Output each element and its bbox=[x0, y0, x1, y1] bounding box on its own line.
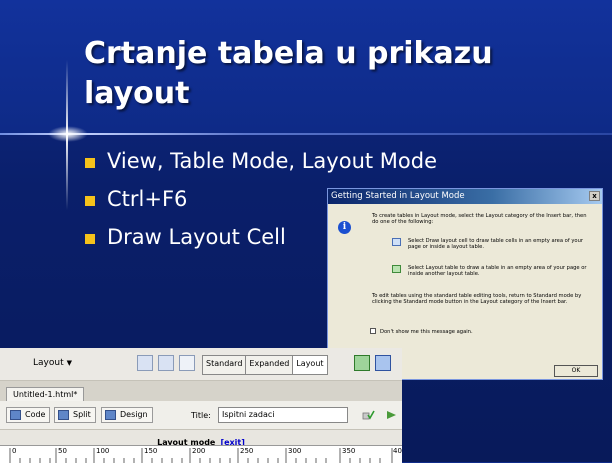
table-icon[interactable] bbox=[137, 355, 153, 371]
dialog-title: Getting Started in Layout Mode bbox=[331, 191, 465, 201]
info-icon: i bbox=[338, 221, 351, 234]
close-button[interactable]: x bbox=[589, 191, 600, 201]
ruler-label: 300 bbox=[288, 447, 302, 455]
chevron-down-icon: ▼ bbox=[66, 359, 72, 367]
bullet-item: View, Table Mode, Layout Mode bbox=[85, 146, 437, 184]
dialog-outro: To edit tables using the standard table … bbox=[372, 293, 582, 306]
dont-show-checkbox[interactable] bbox=[370, 328, 376, 334]
ruler-label: 100 bbox=[96, 447, 110, 455]
insert-bar: Layout ▼ Standard Expanded Layout bbox=[0, 348, 402, 381]
ruler-label: 150 bbox=[144, 447, 158, 455]
code-view-button[interactable]: Code bbox=[6, 407, 51, 423]
draw-cell-tool-icon[interactable] bbox=[375, 355, 391, 371]
ruler-label: 50 bbox=[58, 447, 67, 455]
ok-button[interactable]: OK bbox=[554, 365, 598, 377]
design-view-button[interactable]: Design bbox=[101, 407, 153, 423]
validate-icon[interactable] bbox=[362, 409, 375, 421]
dialog-intro: To create tables in Layout mode, select … bbox=[372, 213, 587, 226]
mode-expanded-button[interactable]: Expanded bbox=[246, 356, 294, 374]
dialog-option-draw-cell: Select Draw layout cell to draw table ce… bbox=[408, 238, 583, 251]
layout-table-icon bbox=[392, 265, 401, 273]
decorative-horizontal-line bbox=[0, 133, 612, 135]
dialog-option-layout-table: Select Layout table to draw a table in a… bbox=[408, 265, 587, 278]
layout-table-icon[interactable] bbox=[158, 355, 174, 371]
draw-layout-cell-icon bbox=[392, 238, 401, 246]
document-tab[interactable]: Untitled-1.html* bbox=[6, 387, 85, 402]
bullet-text: Draw Layout Cell bbox=[107, 225, 286, 249]
bullet-text: View, Table Mode, Layout Mode bbox=[107, 149, 438, 173]
document-tabs: Untitled-1.html* bbox=[0, 381, 402, 402]
split-icon bbox=[58, 410, 69, 420]
bullet-text: Ctrl+F6 bbox=[107, 187, 188, 211]
mode-standard-button[interactable]: Standard bbox=[203, 356, 247, 374]
title-label: Title: bbox=[191, 411, 211, 420]
bullet-square-icon bbox=[85, 234, 95, 244]
slide-title: Crtanje tabela u prikazu layout bbox=[84, 36, 493, 111]
ruler-label: 0 bbox=[12, 447, 17, 455]
layout-mode-bar: Layout mode [exit] bbox=[0, 430, 402, 447]
split-view-button[interactable]: Split bbox=[54, 407, 96, 423]
mode-layout-button[interactable]: Layout bbox=[293, 356, 327, 374]
light-flare bbox=[48, 126, 88, 142]
bullet-square-icon bbox=[85, 158, 95, 168]
ruler-label: 200 bbox=[192, 447, 206, 455]
code-icon bbox=[10, 410, 21, 420]
editor-panel: Layout ▼ Standard Expanded Layout Untitle… bbox=[0, 348, 402, 463]
mode-switcher: Standard Expanded Layout bbox=[202, 355, 328, 375]
split-view-label: Split bbox=[73, 410, 91, 419]
ruler: 0 50 100 150 200 250 300 350 40 bbox=[0, 445, 402, 463]
draw-layout-cell-icon[interactable] bbox=[179, 355, 195, 371]
layout-table-tool-icon[interactable] bbox=[354, 355, 370, 371]
ruler-label: 350 bbox=[342, 447, 356, 455]
code-view-label: Code bbox=[25, 410, 46, 419]
document-toolbar: Code Split Design Title: Ispitni zadaci bbox=[0, 401, 402, 430]
preview-icon[interactable] bbox=[386, 409, 399, 421]
insert-category-label: Layout bbox=[33, 358, 64, 368]
bullet-square-icon bbox=[85, 196, 95, 206]
insert-category-dropdown[interactable]: Layout ▼ bbox=[33, 358, 72, 368]
ruler-label: 250 bbox=[240, 447, 254, 455]
dialog-titlebar: Getting Started in Layout Mode x bbox=[328, 189, 602, 204]
dont-show-label: Don't show me this message again. bbox=[380, 329, 473, 335]
ruler-label: 40 bbox=[393, 447, 402, 455]
design-view-label: Design bbox=[120, 410, 148, 419]
title-input[interactable]: Ispitni zadaci bbox=[218, 407, 348, 423]
design-icon bbox=[105, 410, 116, 420]
